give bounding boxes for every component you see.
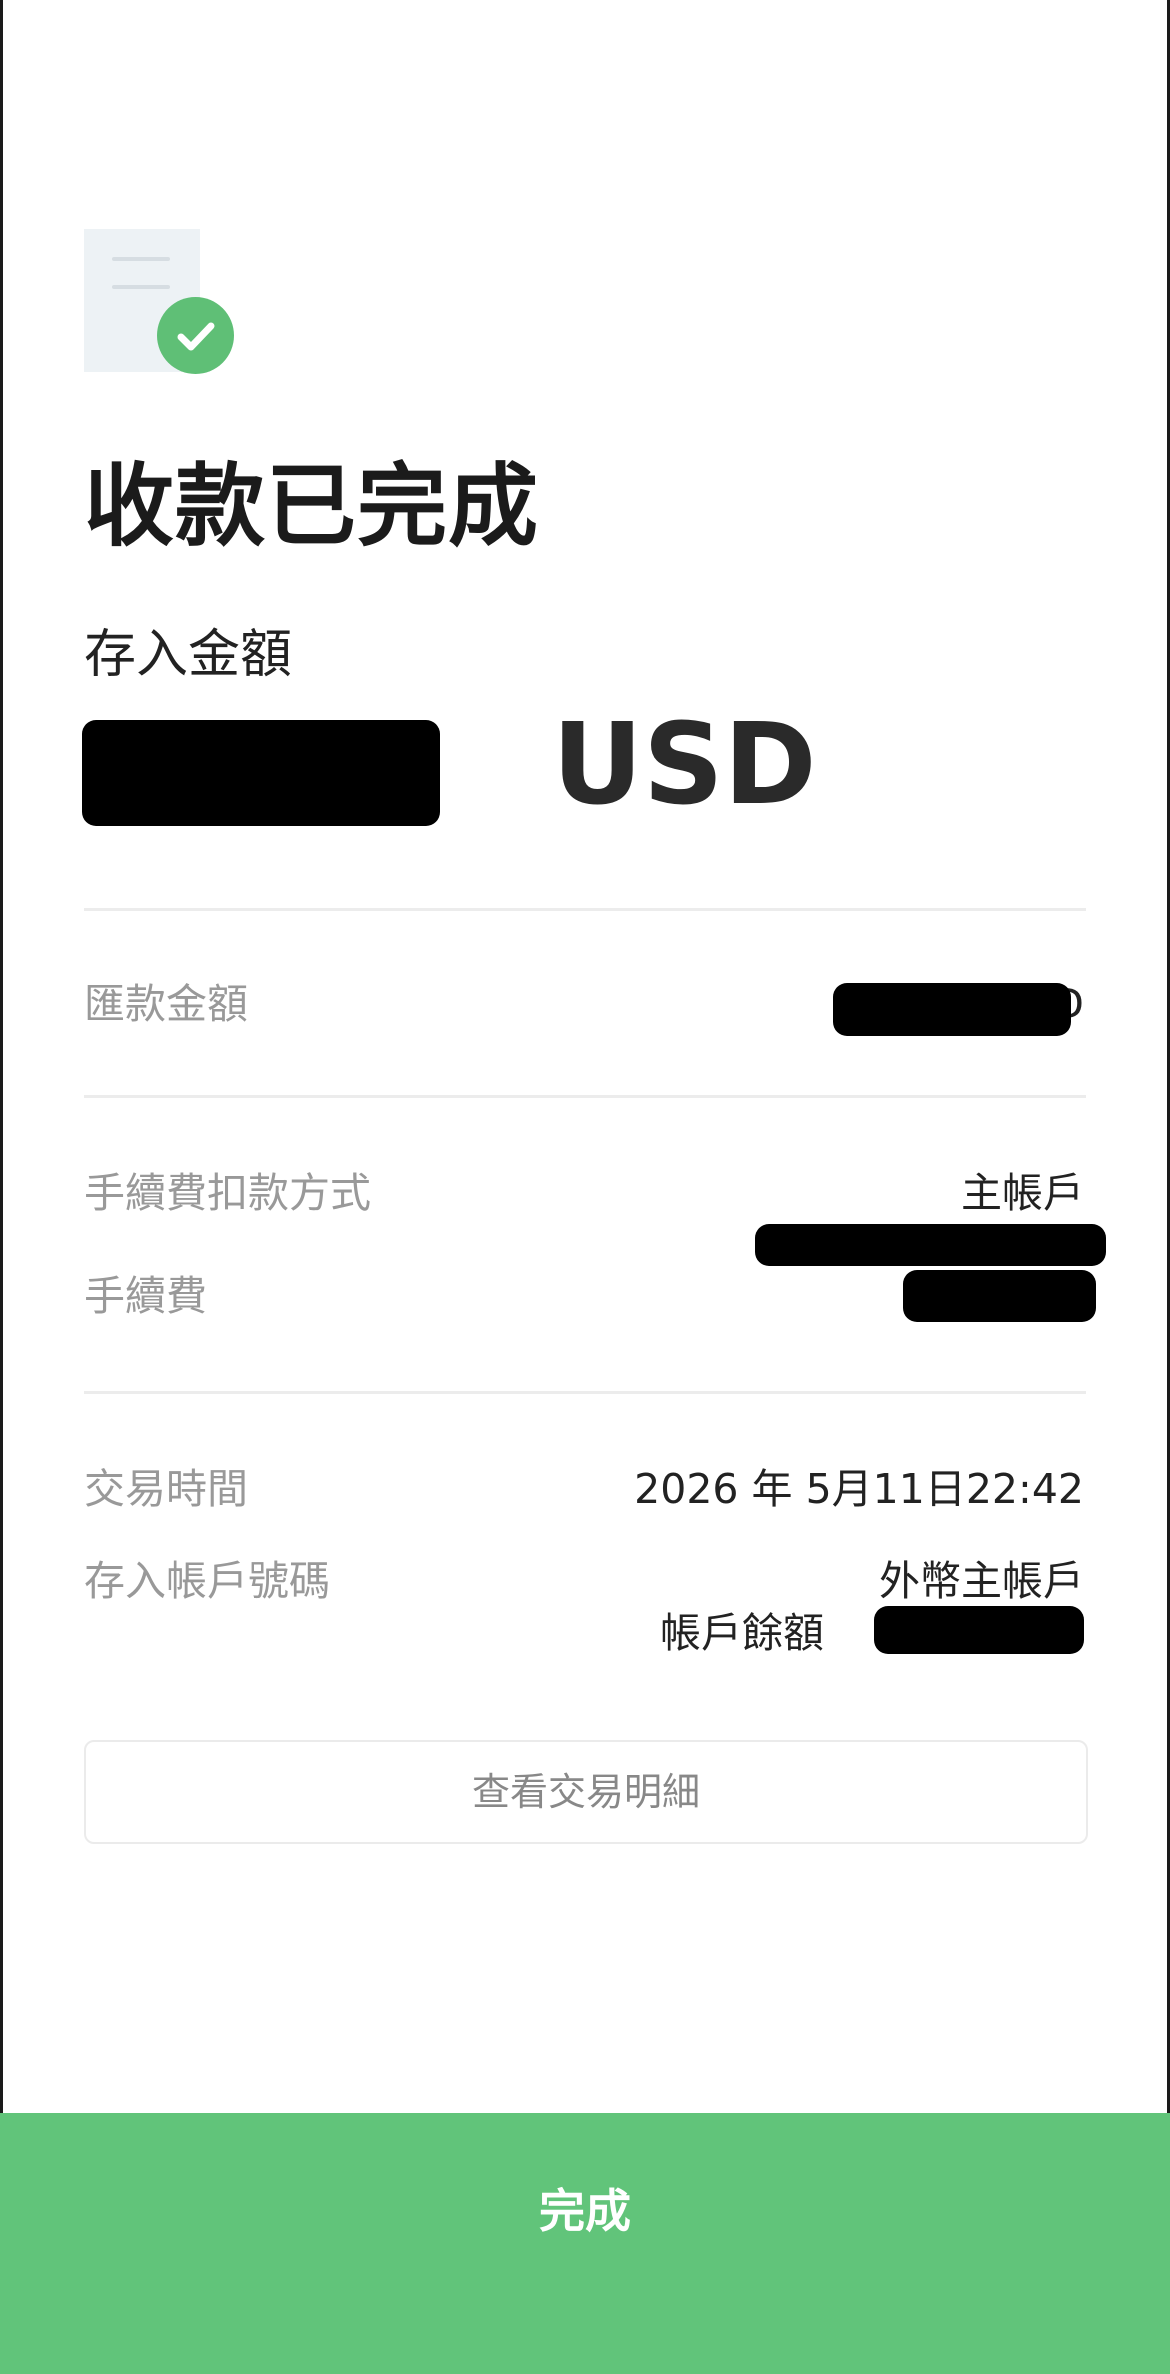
view-transaction-details-label: 查看交易明細 — [471, 1770, 700, 1814]
account-balance-label: 帳戶餘額 — [660, 1609, 824, 1657]
deposit-currency: USD — [552, 700, 817, 830]
fee-label: 手續費 — [84, 1272, 207, 1320]
redacted-remittance-amount — [833, 983, 1071, 1036]
account-balance: 帳戶餘額 — [660, 1605, 824, 1661]
redacted-fee-account — [755, 1224, 1106, 1266]
deposit-account-value: 外幣主帳戶 — [879, 1557, 1084, 1605]
transaction-time-label: 交易時間 — [84, 1465, 248, 1513]
remittance-amount-label: 匯款金額 — [84, 980, 248, 1028]
receipt-check-icon — [84, 229, 234, 374]
fee-method-label: 手續費扣款方式 — [84, 1169, 371, 1217]
window-edge-left — [0, 0, 3, 2374]
redacted-fee-amount — [903, 1270, 1096, 1322]
fee-method-value: 主帳戶 — [961, 1169, 1084, 1217]
redacted-amount — [82, 720, 440, 826]
deposit-account-label: 存入帳戶號碼 — [84, 1557, 330, 1605]
done-button-label: 完成 — [539, 2184, 631, 2238]
page-title: 收款已完成 — [84, 454, 539, 559]
transaction-time-value: 2026 年 5月11日22:42 — [634, 1465, 1084, 1513]
divider — [84, 908, 1086, 911]
divider — [84, 1391, 1086, 1394]
done-button[interactable]: 完成 — [0, 2113, 1170, 2374]
divider — [84, 1095, 1086, 1098]
view-transaction-details-button[interactable]: 查看交易明細 — [84, 1740, 1088, 1844]
deposit-amount-label: 存入金額 — [84, 625, 293, 685]
check-circle-icon — [157, 297, 234, 374]
redacted-account-balance — [874, 1606, 1084, 1654]
